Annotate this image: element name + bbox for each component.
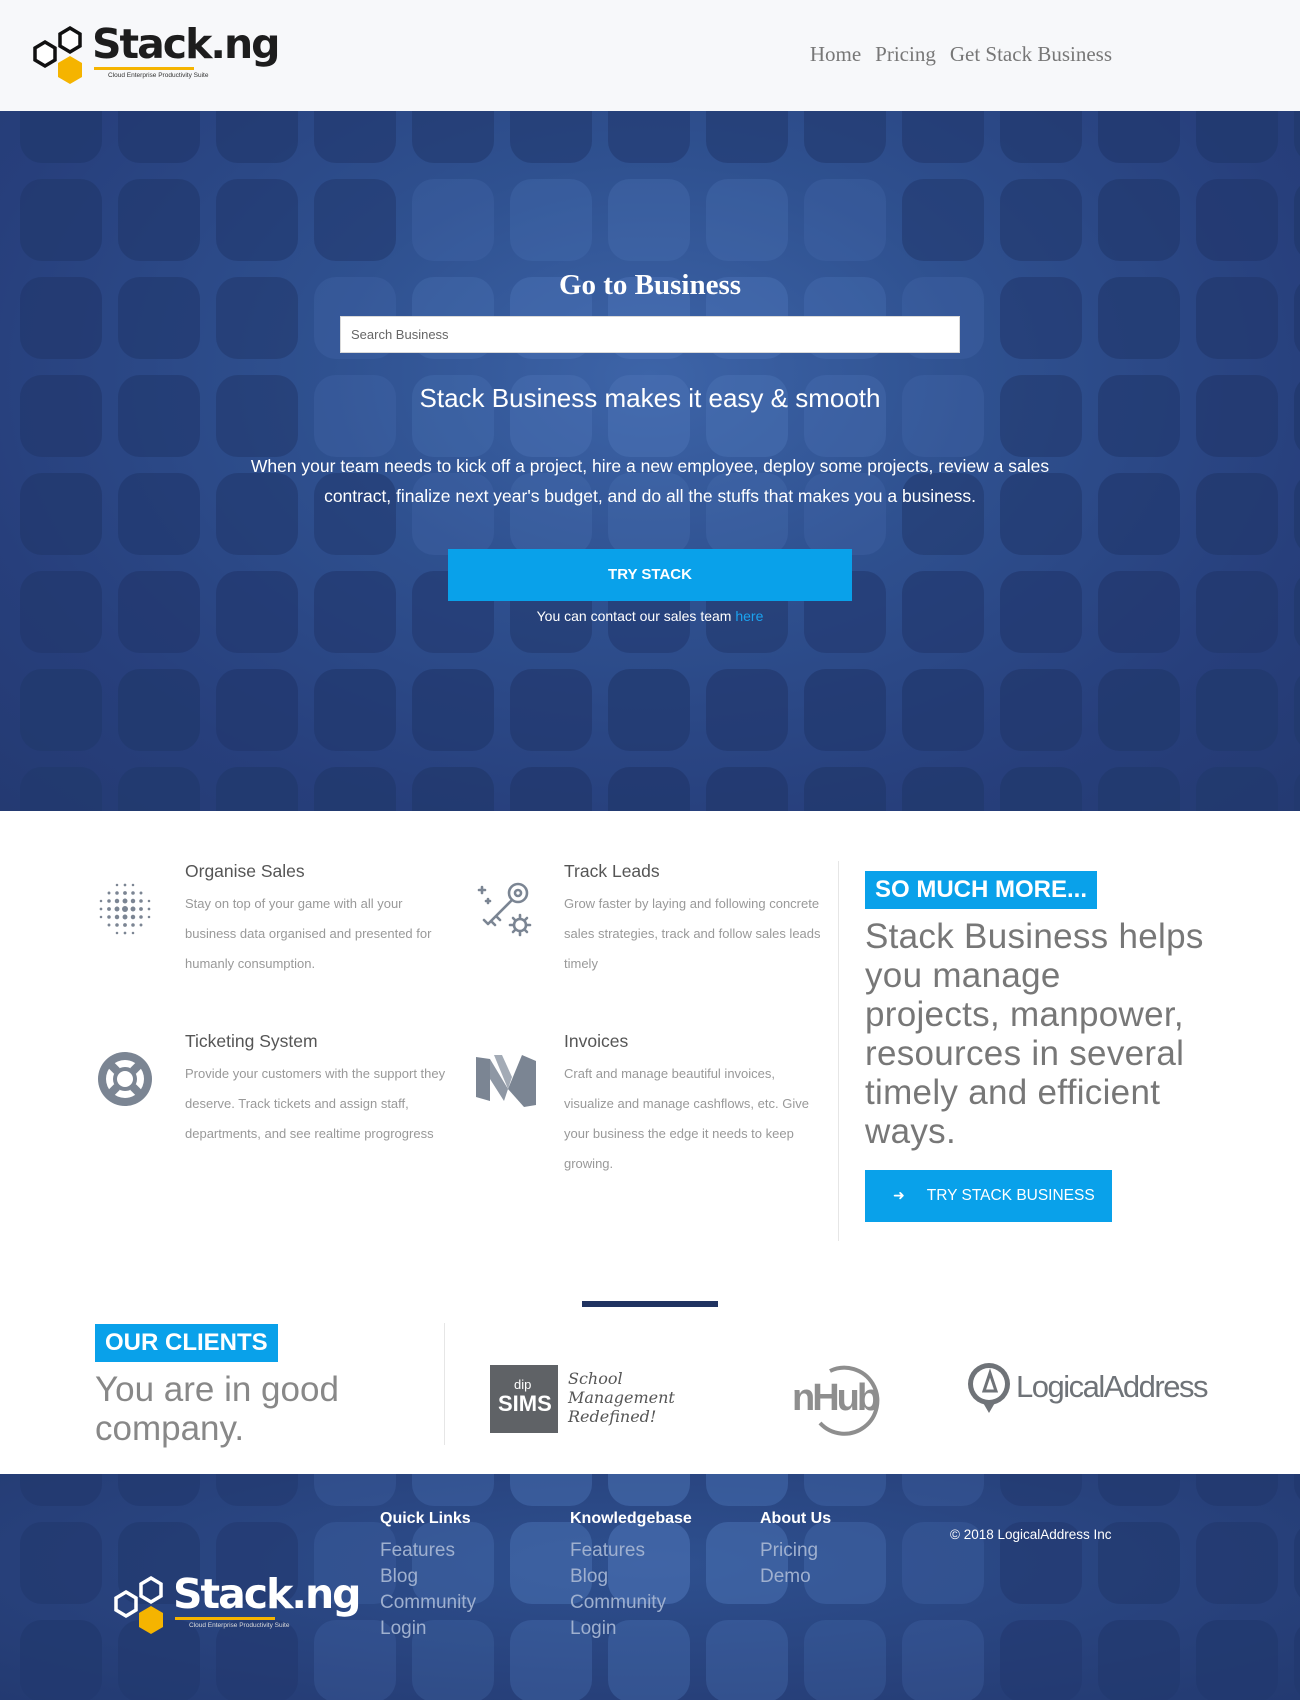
feature-text: Craft and manage beautiful invoices, vis… [564, 1066, 809, 1171]
feature-text: Stay on top of your game with all your b… [185, 896, 432, 971]
nav-home[interactable]: Home [810, 42, 861, 67]
feature-organise-sales: Organise Sales Stay on top of your game … [99, 861, 455, 979]
brand-name: Stack.ng [92, 20, 280, 68]
nav-get-stack-business[interactable]: Get Stack Business [950, 42, 1112, 67]
copyright-text: © 2018 LogicalAddress Inc [950, 1527, 1112, 1542]
feature-ticketing-system: Ticketing System Provide your customers … [98, 1031, 455, 1149]
feature-title: Ticketing System [185, 1031, 318, 1051]
dipsims-caption-line: Redefined! [568, 1407, 657, 1426]
brand-underline [94, 67, 194, 70]
so-much-more-text: Stack Business helps you manage projects… [865, 917, 1204, 1151]
brand-tagline: Cloud Enterprise Productivity Suite [189, 1622, 290, 1629]
footer-logo[interactable]: Stack.ng Cloud Enterprise Productivity S… [105, 1570, 361, 1638]
hero-subtitle: Stack Business makes it easy & smooth [419, 383, 881, 413]
feature-track-leads: Track Leads Grow faster by laying and fo… [477, 861, 826, 979]
hero-title: Go to Business [558, 269, 742, 301]
footer-column-knowledgebase: Knowledgebase Features Blog Community Lo… [570, 1510, 692, 1642]
dipsims-caption-line: School [568, 1369, 623, 1388]
contact-sales-line: You can contact our sales team here [0, 608, 1300, 624]
feature-title: Organise Sales [185, 861, 305, 881]
feature-text: Grow faster by laying and following conc… [564, 896, 821, 971]
footer-link-blog[interactable]: Blog [380, 1564, 476, 1590]
footer-column-title: Quick Links [380, 1510, 471, 1527]
hero-description: When your team needs to kick off a proje… [250, 456, 1050, 506]
features-section: Organise Sales Stay on top of your game … [0, 811, 1300, 1261]
footer-column-title: Knowledgebase [570, 1510, 692, 1527]
nhub-text: nHub [792, 1377, 880, 1419]
try-stack-business-button[interactable]: ➜ TRY STACK BUSINESS [865, 1170, 1112, 1222]
dots-grid-icon [95, 879, 155, 939]
features-divider [838, 861, 839, 1241]
business-search-input[interactable] [340, 316, 960, 353]
feature-title: Track Leads [564, 861, 660, 881]
try-stack-business-label: TRY STACK BUSINESS [926, 1187, 1095, 1204]
our-clients-badge: OUR CLIENTS [95, 1324, 278, 1362]
so-much-more-badge: SO MUCH MORE... [865, 871, 1098, 909]
arrow-right-icon: ➜ [893, 1187, 905, 1203]
brand-underline [175, 1617, 275, 1620]
footer-link-features[interactable]: Features [570, 1538, 692, 1564]
footer-link-community[interactable]: Community [570, 1590, 692, 1616]
logicaladdress-pin-icon [968, 1363, 1010, 1413]
clients-section: OUR CLIENTS You are in good company. dip… [0, 1261, 1300, 1474]
medium-m-icon [474, 1049, 536, 1109]
brand-name: Stack.ng [173, 1570, 361, 1618]
nav-pricing[interactable]: Pricing [875, 42, 936, 67]
footer-column-title: About Us [760, 1510, 832, 1527]
footer-link-demo[interactable]: Demo [760, 1564, 831, 1590]
client-logo-logicaladdress[interactable]: LogicalAddress [966, 1361, 1216, 1421]
hexagon-logo-icon [24, 22, 92, 88]
contact-sales-text: You can contact our sales team [536, 608, 736, 624]
hero-section: Go to Business Stack Business makes it e… [0, 111, 1300, 811]
footer-link-pricing[interactable]: Pricing [760, 1538, 831, 1564]
site-logo[interactable]: Stack.ng Cloud Enterprise Productivity S… [24, 20, 280, 88]
site-footer: Stack.ng Cloud Enterprise Productivity S… [0, 1474, 1300, 1700]
site-header: Stack.ng Cloud Enterprise Productivity S… [0, 0, 1300, 111]
feature-invoices: Invoices Craft and manage beautiful invo… [476, 1031, 826, 1179]
dipsims-caption-line: Management [568, 1388, 675, 1407]
section-divider-bar [582, 1301, 718, 1307]
clients-divider [444, 1323, 445, 1445]
dipsims-small-text: dip [514, 1377, 532, 1392]
key-gear-icon [474, 879, 534, 939]
feature-title: Invoices [564, 1031, 629, 1051]
dipsims-big-text: SIMS [498, 1391, 552, 1416]
clients-tagline: You are in good company. [95, 1370, 339, 1448]
client-logo-nhub[interactable]: nHub [790, 1361, 890, 1436]
footer-column-quick-links: Quick Links Features Blog Community Logi… [380, 1510, 476, 1642]
footer-link-features[interactable]: Features [380, 1538, 476, 1564]
hexagon-logo-icon [105, 1572, 173, 1638]
footer-column-about-us: About Us Pricing Demo [760, 1510, 831, 1590]
footer-link-blog[interactable]: Blog [570, 1564, 692, 1590]
main-nav: Home Pricing Get Stack Business [810, 42, 1112, 67]
footer-link-login[interactable]: Login [570, 1616, 692, 1642]
footer-link-community[interactable]: Community [380, 1590, 476, 1616]
lifebuoy-icon [95, 1049, 155, 1109]
logicaladdress-text: LogicalAddress [1016, 1369, 1208, 1404]
dipsims-mark: dip SIMS [490, 1365, 558, 1433]
try-stack-button[interactable]: TRY STACK [448, 549, 852, 601]
contact-sales-link[interactable]: here [735, 608, 763, 624]
dipsims-caption: School Management Redefined! [568, 1369, 708, 1426]
brand-tagline: Cloud Enterprise Productivity Suite [108, 72, 209, 79]
feature-text: Provide your customers with the support … [185, 1066, 446, 1141]
footer-link-login[interactable]: Login [380, 1616, 476, 1642]
